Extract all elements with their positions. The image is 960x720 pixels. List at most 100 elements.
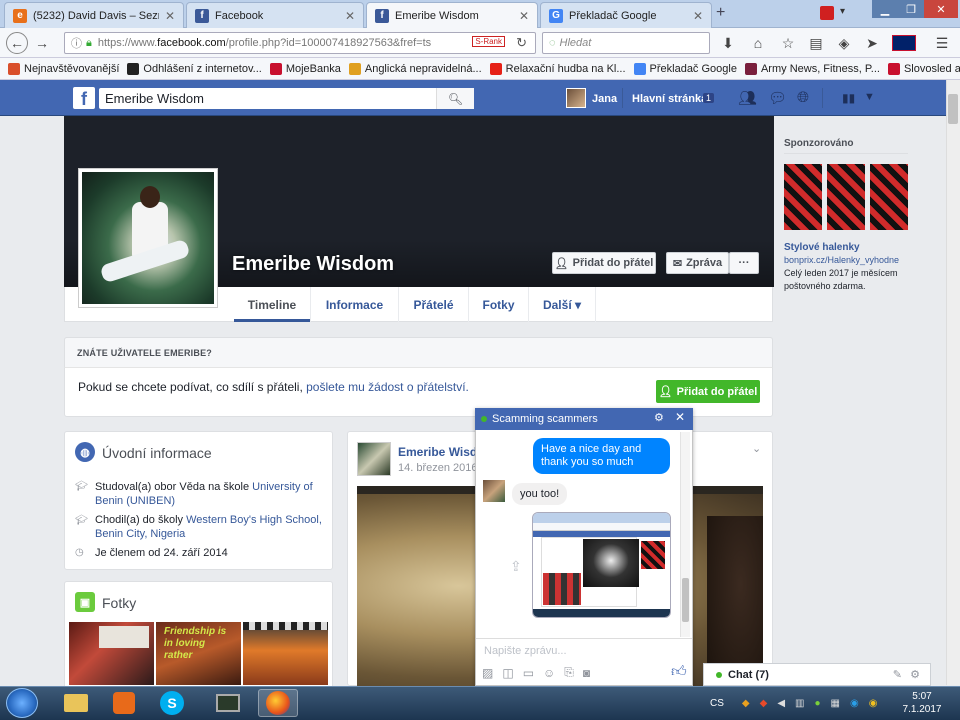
addon-icon[interactable] bbox=[820, 6, 834, 20]
more-options-button[interactable]: ··· bbox=[729, 252, 759, 274]
language-indicator[interactable]: CS bbox=[710, 698, 724, 709]
chat-settings-gear-icon[interactable]: ⚙ bbox=[910, 668, 920, 681]
post-author-name[interactable]: Emeribe Wisd bbox=[398, 445, 477, 459]
photo-thumbnail[interactable] bbox=[69, 622, 154, 685]
tab-google-translate[interactable]: G Překladač Google ✕ bbox=[540, 2, 712, 28]
privacy-lock-icon[interactable]: ▮▮ bbox=[842, 91, 855, 105]
tray-icon[interactable]: ◉ bbox=[869, 698, 878, 709]
chat-settings-gear-icon[interactable]: ⚙ bbox=[654, 411, 664, 424]
tab-list-chevron-icon[interactable]: ▾ bbox=[840, 6, 845, 17]
download-icon[interactable]: ⬇ bbox=[718, 33, 738, 53]
account-chevron-down-icon[interactable]: ▼ bbox=[864, 91, 875, 103]
minimize-window-icon[interactable]: ▁ bbox=[872, 0, 898, 18]
chat-scrollbar[interactable] bbox=[680, 432, 690, 637]
post-date[interactable]: 14. březen 2016 · bbox=[398, 462, 484, 474]
send-icon[interactable]: ➤ bbox=[862, 33, 882, 53]
bookmark-item[interactable]: Překladač Google bbox=[633, 62, 737, 75]
srank-badge[interactable]: S-Rank bbox=[472, 36, 505, 47]
add-friend-button[interactable]: 👤︎ Přidat do přátel bbox=[552, 252, 656, 274]
firefox-icon[interactable] bbox=[258, 689, 298, 717]
maximize-window-icon[interactable]: ❐ bbox=[898, 0, 924, 18]
ad-image[interactable] bbox=[827, 164, 865, 230]
post-author-avatar[interactable] bbox=[357, 442, 391, 476]
chat-contact-avatar[interactable] bbox=[483, 480, 505, 502]
messages-icon[interactable]: 💬︎ bbox=[768, 89, 787, 107]
tab-seznam[interactable]: e (5232) David Davis – Sezna... ✕ bbox=[4, 2, 184, 28]
browser-search-input[interactable]: ◌ Hledat bbox=[542, 32, 710, 54]
tab-dalsi[interactable]: Další ▾ bbox=[528, 287, 596, 322]
search-icon[interactable]: 🔍︎ bbox=[436, 88, 474, 109]
tab-facebook[interactable]: f Facebook ✕ bbox=[186, 2, 364, 28]
attachment-icon[interactable]: ⎘ bbox=[564, 665, 574, 680]
search-engine-icon[interactable]: ◌ bbox=[549, 37, 556, 49]
camera-icon[interactable]: ◙ bbox=[583, 666, 590, 680]
tab-emeribe-wisdom[interactable]: f Emeribe Wisdom ✕ bbox=[366, 2, 538, 28]
chat-close-icon[interactable]: ✕ bbox=[675, 410, 685, 424]
friend-requests-icon[interactable]: 👥︎ bbox=[738, 89, 757, 107]
photo-thumbnail[interactable]: Friendship is in loving rather bbox=[156, 622, 241, 685]
bookmark-star-icon[interactable]: ☆ bbox=[778, 33, 798, 53]
facebook-search-input[interactable]: Emeribe Wisdom 🔍︎ bbox=[99, 88, 474, 109]
bookmark-item[interactable]: Odhlášení z internetov... bbox=[127, 62, 262, 75]
explorer-icon[interactable] bbox=[56, 689, 96, 717]
chat-message-input[interactable]: Napište zprávu... bbox=[476, 638, 692, 660]
clock[interactable]: 5:07 7.1.2017 bbox=[896, 690, 948, 716]
post-options-chevron-icon[interactable]: ⌄ bbox=[752, 442, 761, 455]
tray-icon[interactable]: ◉ bbox=[850, 698, 859, 709]
back-arrow-icon[interactable]: ← bbox=[6, 32, 28, 54]
ad-image[interactable] bbox=[870, 164, 908, 230]
close-tab-icon[interactable]: ✕ bbox=[519, 9, 529, 23]
forward-arrow-icon[interactable]: → bbox=[32, 33, 52, 53]
chat-screenshot-image[interactable] bbox=[532, 512, 671, 618]
bookmark-item[interactable]: Anglická nepravidelná... bbox=[348, 62, 482, 75]
notifications-globe-icon[interactable]: 🌐︎ bbox=[797, 89, 809, 106]
page-scrollbar-thumb[interactable] bbox=[948, 94, 958, 124]
facebook-logo-icon[interactable]: f bbox=[73, 87, 95, 109]
sticker-icon[interactable]: ◫ bbox=[502, 666, 513, 680]
close-tab-icon[interactable]: ✕ bbox=[693, 9, 703, 23]
tray-icon[interactable]: ◆ bbox=[742, 698, 750, 709]
emoji-icon[interactable]: ☺ bbox=[543, 666, 555, 680]
photo-thumbnail[interactable] bbox=[243, 622, 328, 685]
reload-icon[interactable]: ↻ bbox=[516, 35, 527, 51]
close-tab-icon[interactable]: ✕ bbox=[345, 9, 355, 23]
url-bar[interactable]: ⓘ 🔒︎ https://www. facebook.com/profile.ph… bbox=[64, 32, 536, 54]
bookmark-item[interactable]: Slovosled anglické vět... bbox=[887, 62, 960, 75]
compose-icon[interactable]: ✎ bbox=[893, 668, 902, 681]
bookmark-item[interactable]: Army News, Fitness, P... bbox=[744, 62, 880, 75]
message-button[interactable]: ✉︎ Zpráva bbox=[666, 252, 729, 274]
new-tab-button[interactable]: + bbox=[716, 4, 725, 22]
like-thumb-icon[interactable]: 👍︎ bbox=[671, 663, 687, 681]
send-friend-request-link[interactable]: pošlete mu žádost o přátelství. bbox=[306, 380, 469, 394]
profile-picture[interactable] bbox=[78, 168, 218, 308]
hamburger-menu-icon[interactable]: ☰ bbox=[932, 33, 952, 53]
share-icon[interactable]: ⇪ bbox=[510, 558, 522, 575]
media-player-icon[interactable] bbox=[104, 689, 144, 717]
network-icon[interactable]: ▥ bbox=[795, 698, 804, 709]
reading-list-icon[interactable]: ▤ bbox=[806, 33, 826, 53]
close-tab-icon[interactable]: ✕ bbox=[165, 9, 175, 23]
gif-icon[interactable]: ▭ bbox=[523, 666, 534, 680]
user-name-link[interactable]: Jana bbox=[592, 93, 617, 105]
ad-url[interactable]: bonprix.cz/Halenky_vyhodne bbox=[784, 255, 899, 265]
chat-bar[interactable]: Chat (7) ✎ ⚙ bbox=[703, 663, 931, 686]
page-scrollbar[interactable] bbox=[946, 80, 960, 685]
photo-icon[interactable]: ▨ bbox=[482, 666, 493, 680]
tab-timeline[interactable]: Timeline bbox=[234, 287, 310, 322]
ad-image[interactable] bbox=[784, 164, 822, 230]
tray-icon[interactable]: ● bbox=[814, 698, 820, 709]
close-window-icon[interactable]: ✕ bbox=[924, 0, 958, 18]
tab-pratele[interactable]: Přátelé bbox=[398, 287, 468, 322]
start-button[interactable] bbox=[6, 688, 38, 718]
add-friend-green-button[interactable]: 👤︎ Přidat do přátel bbox=[656, 380, 760, 403]
info-icon[interactable]: ⓘ bbox=[71, 35, 82, 51]
tab-fotky[interactable]: Fotky bbox=[468, 287, 528, 322]
home-icon[interactable]: ⌂ bbox=[748, 33, 768, 53]
skype-icon[interactable]: S bbox=[152, 689, 192, 717]
uk-flag-icon[interactable] bbox=[892, 35, 916, 51]
pocket-icon[interactable]: ◈ bbox=[834, 33, 854, 53]
avatar[interactable] bbox=[566, 88, 586, 108]
volume-icon[interactable]: ◀ bbox=[777, 698, 785, 709]
tab-informace[interactable]: Informace bbox=[310, 287, 398, 322]
home-link[interactable]: Hlavní stránka bbox=[632, 93, 707, 105]
